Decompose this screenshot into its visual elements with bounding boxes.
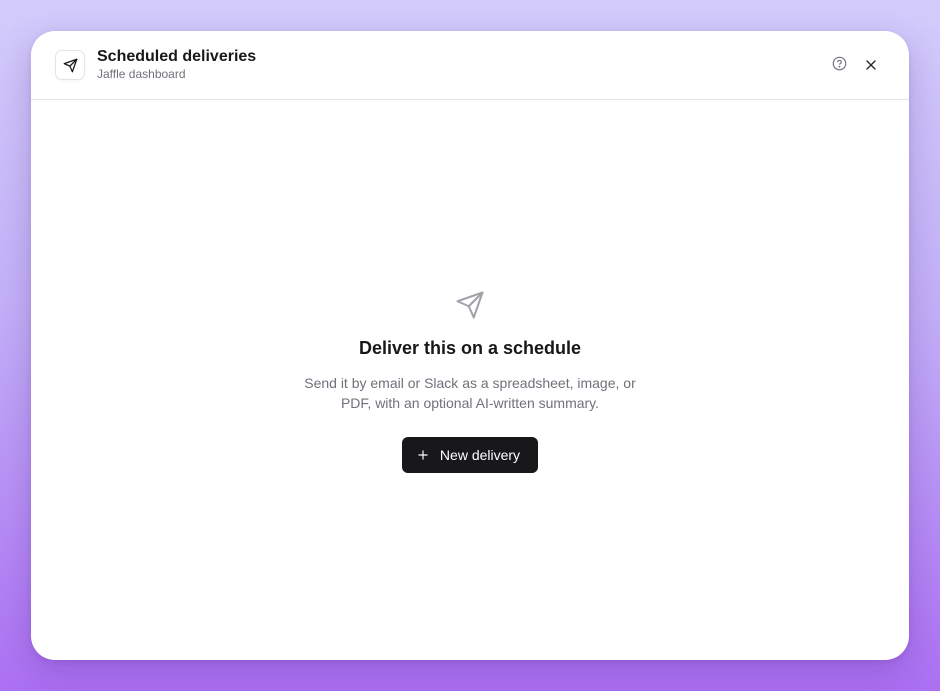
close-icon <box>866 60 876 70</box>
empty-state-title: Deliver this on a schedule <box>358 338 582 358</box>
scheduled-deliveries-dialog: Scheduled deliveries Jaffle dashboard De… <box>31 31 909 660</box>
new-delivery-label: New delivery <box>439 447 521 463</box>
empty-state-description: Send it by email or Slack as a spreadshe… <box>304 375 636 411</box>
help-circle-icon <box>832 56 847 70</box>
dialog-header: Scheduled deliveries Jaffle dashboard <box>31 31 909 100</box>
help-button[interactable] <box>832 55 847 71</box>
send-icon <box>456 291 484 319</box>
empty-state: Deliver this on a schedule Send it by em… <box>31 289 909 473</box>
empty-state-icon <box>454 289 486 321</box>
close-button[interactable] <box>861 55 881 75</box>
dialog-title: Scheduled deliveries <box>97 48 257 65</box>
plus-icon <box>416 448 430 462</box>
dialog-subtitle: Jaffle dashboard <box>97 67 186 81</box>
new-delivery-button[interactable]: New delivery <box>401 437 539 473</box>
send-icon <box>63 58 77 72</box>
header-icon-box <box>55 50 85 80</box>
